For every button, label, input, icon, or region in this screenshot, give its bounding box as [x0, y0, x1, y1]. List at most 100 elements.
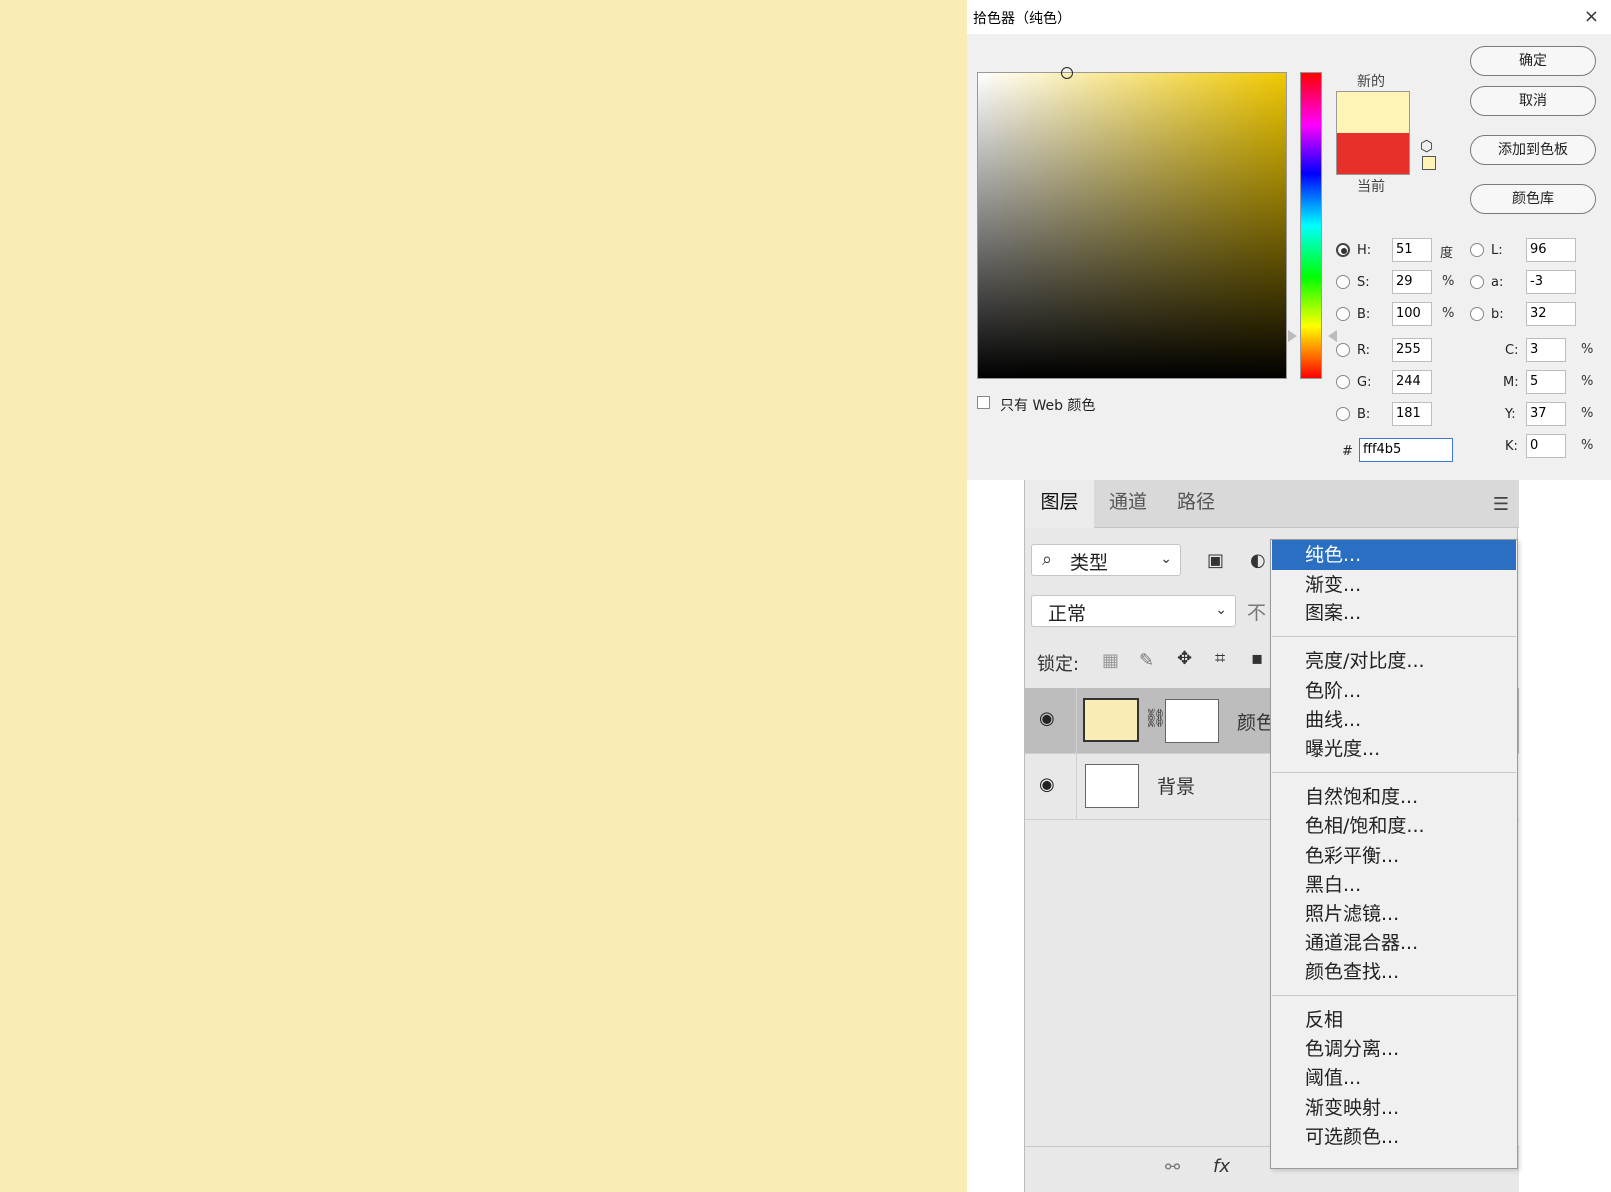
magenta-field[interactable]: 5	[1526, 370, 1566, 394]
eye-icon[interactable]: ◉	[1039, 708, 1055, 729]
lab-l-label: L:	[1491, 243, 1503, 258]
degree-unit: 度	[1440, 246, 1454, 261]
menu-item-selective-color[interactable]: 可选颜色...	[1272, 1122, 1516, 1152]
web-safe-swatch-icon[interactable]	[1422, 156, 1436, 170]
green-radio[interactable]	[1336, 375, 1350, 389]
lock-paint-icon[interactable]: ✎	[1139, 650, 1154, 671]
menu-item-exposure[interactable]: 曝光度...	[1272, 734, 1516, 764]
add-to-swatches-button[interactable]: 添加到色板	[1470, 135, 1596, 165]
red-radio[interactable]	[1336, 343, 1350, 357]
layer-filter-select[interactable]: ⌕ 类型 ⌄	[1031, 544, 1181, 576]
fx-icon[interactable]: fx	[1213, 1156, 1230, 1177]
color-picker-dialog: 拾色器（纯色） × 新的 当前 ⬡ 确定 取消 添加到色板 颜色库 H: 51 …	[967, 0, 1611, 480]
menu-item-curves[interactable]: 曲线...	[1272, 705, 1516, 735]
blend-mode-select[interactable]: 正常 ⌄	[1031, 595, 1236, 627]
current-color-label: 当前	[1357, 179, 1385, 195]
dialog-title-bar: 拾色器（纯色） ×	[967, 0, 1611, 34]
mask-thumbnail[interactable]	[1165, 699, 1219, 743]
menu-item-channel-mixer[interactable]: 通道混合器...	[1272, 928, 1516, 958]
lab-a-label: a:	[1491, 275, 1504, 290]
menu-item-color-lookup[interactable]: 颜色查找...	[1272, 957, 1516, 987]
menu-item-threshold[interactable]: 阈值...	[1272, 1063, 1516, 1093]
hue-field[interactable]: 51	[1392, 238, 1432, 262]
y-unit: %	[1581, 406, 1594, 421]
fill-layer-thumbnail[interactable]	[1083, 698, 1139, 742]
tab-layers[interactable]: 图层	[1025, 480, 1094, 528]
new-color-swatch	[1336, 91, 1410, 133]
current-color-swatch[interactable]	[1336, 133, 1410, 175]
cancel-button[interactable]: 取消	[1470, 86, 1596, 116]
link-icon[interactable]: ⛓	[1144, 708, 1167, 729]
b-unit: %	[1442, 306, 1455, 321]
s-unit: %	[1442, 274, 1455, 289]
red-field[interactable]: 255	[1392, 338, 1432, 362]
lab-a-radio[interactable]	[1470, 275, 1484, 289]
dialog-title: 拾色器（纯色）	[973, 11, 1071, 27]
lock-artboard-icon[interactable]: ⌗	[1215, 648, 1225, 669]
menu-item-photo-filter[interactable]: 照片滤镜...	[1272, 899, 1516, 929]
menu-item-vibrance[interactable]: 自然饱和度...	[1272, 782, 1516, 812]
c-unit: %	[1581, 342, 1594, 357]
menu-item-gradient[interactable]: 渐变...	[1272, 570, 1516, 600]
menu-item-brightness-contrast[interactable]: 亮度/对比度...	[1272, 646, 1516, 676]
panel-menu-icon[interactable]: ☰	[1493, 494, 1509, 515]
b-label: B:	[1357, 307, 1371, 322]
close-icon[interactable]: ×	[1584, 6, 1599, 27]
lab-a-field[interactable]: -3	[1526, 270, 1576, 294]
background-thumbnail[interactable]	[1085, 764, 1139, 808]
lab-b-field[interactable]: 32	[1526, 302, 1576, 326]
lock-all-icon[interactable]: ▪	[1251, 648, 1263, 669]
lock-transparency-icon[interactable]: ▦	[1102, 650, 1119, 671]
menu-item-color-balance[interactable]: 色彩平衡...	[1272, 841, 1516, 871]
new-color-label: 新的	[1357, 74, 1385, 90]
lab-b-radio[interactable]	[1470, 307, 1484, 321]
color-cursor[interactable]	[1061, 67, 1073, 79]
tab-channels[interactable]: 通道	[1094, 480, 1162, 528]
panel-tab-bar: 图层 通道 路径 ☰	[1025, 480, 1519, 528]
menu-separator	[1272, 772, 1516, 774]
color-libraries-button[interactable]: 颜色库	[1470, 184, 1596, 214]
menu-item-gradient-map[interactable]: 渐变映射...	[1272, 1093, 1516, 1123]
link-layers-icon[interactable]: ⚯	[1165, 1157, 1180, 1178]
hue-radio[interactable]	[1336, 243, 1350, 257]
lab-l-radio[interactable]	[1470, 243, 1484, 257]
out-of-gamut-cube-icon[interactable]: ⬡	[1420, 137, 1433, 155]
yellow-field[interactable]: 37	[1526, 402, 1566, 426]
saturation-field[interactable]: 29	[1392, 270, 1432, 294]
cyan-field[interactable]: 3	[1526, 338, 1566, 362]
layer-name[interactable]: 背景	[1157, 772, 1195, 799]
document-canvas[interactable]	[0, 0, 967, 1192]
menu-item-black-white[interactable]: 黑白...	[1272, 870, 1516, 900]
menu-item-invert[interactable]: 反相	[1272, 1005, 1516, 1035]
ok-button[interactable]: 确定	[1470, 46, 1596, 76]
hue-slider[interactable]	[1300, 72, 1322, 379]
adjustment-filter-icon[interactable]: ◐	[1250, 550, 1266, 571]
hue-slider-left-arrow-icon[interactable]	[1288, 330, 1297, 342]
tab-paths[interactable]: 路径	[1162, 480, 1230, 528]
lock-position-icon[interactable]: ✥	[1177, 648, 1192, 669]
k-label: K:	[1505, 439, 1518, 454]
brightness-radio[interactable]	[1336, 307, 1350, 321]
eye-icon[interactable]: ◉	[1039, 774, 1055, 795]
menu-item-hue-saturation[interactable]: 色相/饱和度...	[1272, 811, 1516, 841]
k-unit: %	[1581, 438, 1594, 453]
menu-item-posterize[interactable]: 色调分离...	[1272, 1034, 1516, 1064]
black-field[interactable]: 0	[1526, 434, 1566, 458]
menu-item-levels[interactable]: 色阶...	[1272, 676, 1516, 706]
lab-l-field[interactable]: 96	[1526, 238, 1576, 262]
c-label: C:	[1505, 343, 1519, 358]
hex-label: #	[1342, 444, 1353, 459]
hex-field[interactable]: fff4b5	[1359, 438, 1453, 462]
green-field[interactable]: 244	[1392, 370, 1432, 394]
web-only-checkbox[interactable]	[977, 396, 990, 409]
hue-slider-right-arrow-icon[interactable]	[1328, 330, 1337, 342]
blue-field[interactable]: 181	[1392, 402, 1432, 426]
menu-item-solid-color[interactable]: 纯色...	[1272, 540, 1516, 570]
saturation-brightness-field[interactable]	[977, 67, 1287, 379]
blue-radio[interactable]	[1336, 407, 1350, 421]
menu-item-pattern[interactable]: 图案...	[1272, 598, 1516, 628]
h-label: H:	[1357, 243, 1372, 258]
image-filter-icon[interactable]: ▣	[1207, 550, 1224, 571]
saturation-radio[interactable]	[1336, 275, 1350, 289]
brightness-field[interactable]: 100	[1392, 302, 1432, 326]
